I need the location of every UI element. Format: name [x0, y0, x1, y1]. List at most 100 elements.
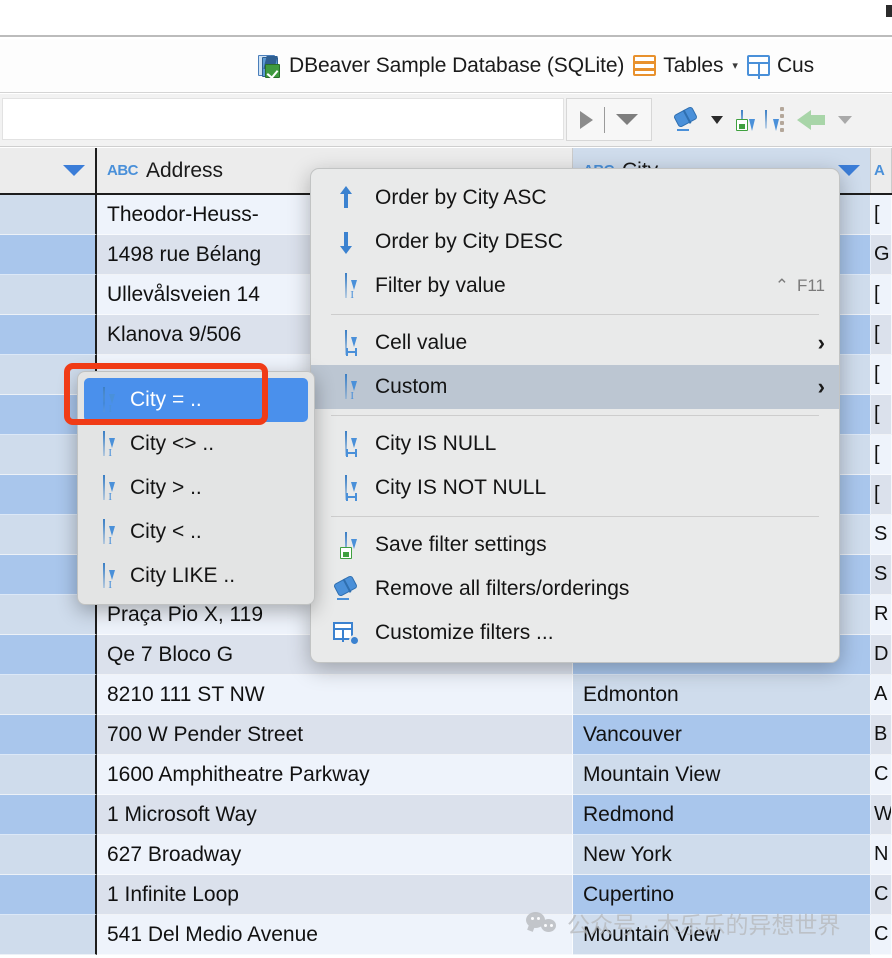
apply-filter-button[interactable] — [573, 99, 600, 140]
filter-input[interactable] — [2, 98, 564, 140]
cell-rownum[interactable] — [0, 675, 97, 715]
menu-item-cell-value[interactable]: Cell value › — [311, 321, 839, 365]
cell-address[interactable]: 8210 111 ST NW — [97, 675, 573, 715]
column-header-rownum[interactable] — [0, 148, 97, 193]
cell-state[interactable]: S — [871, 555, 892, 595]
filter-history-dropdown-button[interactable] — [609, 99, 645, 140]
cell-state[interactable]: N — [871, 835, 892, 875]
menu-item-remove-all-filters[interactable]: Remove all filters/orderings — [311, 567, 839, 611]
result-toolbar — [0, 94, 892, 147]
cell-state[interactable]: G — [871, 235, 892, 275]
chevron-down-icon[interactable] — [838, 165, 860, 176]
dbeaver-result-grid-window: DBeaver Sample Database (SQLite) Tables … — [0, 0, 892, 958]
submenu-item-eq[interactable]: I City = .. — [84, 378, 308, 422]
filter-cell-icon — [333, 475, 359, 501]
column-header-state[interactable]: A — [871, 148, 892, 193]
cell-address[interactable]: 1 Infinite Loop — [97, 875, 573, 915]
cell-city[interactable]: Vancouver — [573, 715, 871, 755]
cell-address[interactable]: 1 Microsoft Way — [97, 795, 573, 835]
menu-item-order-asc[interactable]: Order by City ASC — [311, 176, 839, 220]
navigate-back-dropdown-button[interactable] — [834, 99, 856, 140]
cell-city[interactable]: Redmond — [573, 795, 871, 835]
cell-city[interactable]: Mountain View — [573, 915, 871, 955]
chevron-down-icon[interactable]: ▾ — [732, 59, 738, 72]
submenu-item-like[interactable]: I City LIKE .. — [84, 554, 308, 598]
table-icon — [746, 55, 770, 79]
menu-item-filter-by-value[interactable]: I Filter by value ⌃ F11 — [311, 264, 839, 308]
submenu-item-lt[interactable]: I City < .. — [84, 510, 308, 554]
cell-state[interactable]: C — [871, 755, 892, 795]
cell-rownum[interactable] — [0, 795, 97, 835]
cell-state[interactable]: [ — [871, 475, 892, 515]
menu-item-customize-filters[interactable]: Customize filters ... — [311, 611, 839, 655]
menu-item-is-not-null[interactable]: City IS NOT NULL — [311, 466, 839, 510]
menu-item-save-filter-settings[interactable]: Save filter settings — [311, 523, 839, 567]
cell-state[interactable]: R — [871, 595, 892, 635]
breadcrumb-database-label: DBeaver Sample Database (SQLite) — [289, 53, 625, 77]
remove-filters-button[interactable] — [666, 99, 708, 140]
navigate-back-button[interactable] — [790, 99, 834, 140]
cell-city[interactable]: Mountain View — [573, 755, 871, 795]
toolbar-handle[interactable] — [780, 107, 784, 132]
cell-rownum[interactable] — [0, 915, 97, 955]
cell-state[interactable]: C — [871, 875, 892, 915]
table-row[interactable]: 1 Infinite Loop Cupertino C — [0, 875, 892, 915]
cell-state[interactable]: [ — [871, 355, 892, 395]
cell-city[interactable]: New York — [573, 835, 871, 875]
cell-state[interactable]: D — [871, 635, 892, 675]
cell-address[interactable]: 627 Broadway — [97, 835, 573, 875]
cell-state[interactable]: S — [871, 515, 892, 555]
menu-separator — [331, 314, 819, 315]
cell-address[interactable]: 1600 Amphitheatre Parkway — [97, 755, 573, 795]
remove-filters-dropdown-button[interactable] — [708, 99, 726, 140]
cell-rownum[interactable] — [0, 195, 97, 235]
cell-rownum[interactable] — [0, 315, 97, 355]
cell-rownum[interactable] — [0, 835, 97, 875]
filter-settings-button[interactable] — [758, 99, 779, 140]
cell-city[interactable]: Edmonton — [573, 675, 871, 715]
cell-rownum[interactable] — [0, 635, 97, 675]
custom-filter-submenu[interactable]: I City = .. I City <> .. I City > .. I C… — [77, 371, 315, 605]
cell-state[interactable]: C — [871, 915, 892, 955]
submenu-item-neq[interactable]: I City <> .. — [84, 422, 308, 466]
cell-rownum[interactable] — [0, 875, 97, 915]
cell-state[interactable]: B — [871, 715, 892, 755]
breadcrumb-item-database[interactable]: DBeaver Sample Database (SQLite) — [258, 54, 624, 78]
table-row[interactable]: 627 Broadway New York N — [0, 835, 892, 875]
execute-filter-group — [566, 98, 652, 141]
table-row[interactable]: 8210 111 ST NW Edmonton A — [0, 675, 892, 715]
cell-state[interactable]: [ — [871, 275, 892, 315]
menu-item-custom[interactable]: I Custom › — [311, 365, 839, 409]
menu-item-label: Customize filters ... — [375, 621, 554, 644]
menu-separator — [331, 516, 819, 517]
submenu-chevron-right-icon: › — [817, 374, 825, 399]
cell-state[interactable]: [ — [871, 435, 892, 475]
cell-rownum[interactable] — [0, 715, 97, 755]
breadcrumb-entity-label: Cus — [776, 53, 814, 77]
cell-state[interactable]: [ — [871, 395, 892, 435]
save-filter-button[interactable] — [734, 99, 755, 140]
chevron-down-icon[interactable] — [63, 165, 85, 176]
cell-address[interactable]: 541 Del Medio Avenue — [97, 915, 573, 955]
table-row[interactable]: 700 W Pender Street Vancouver B — [0, 715, 892, 755]
submenu-item-gt[interactable]: I City > .. — [84, 466, 308, 510]
cell-rownum[interactable] — [0, 275, 97, 315]
table-row[interactable]: 1600 Amphitheatre Parkway Mountain View C — [0, 755, 892, 795]
table-row[interactable]: 541 Del Medio Avenue Mountain View C — [0, 915, 892, 955]
cell-address[interactable]: 700 W Pender Street — [97, 715, 573, 755]
cell-state[interactable]: W — [871, 795, 892, 835]
toolbar-divider — [604, 106, 605, 133]
cell-state[interactable]: [ — [871, 315, 892, 355]
breadcrumb-item-tables[interactable]: Tables ▾ — [633, 54, 738, 78]
menu-item-is-null[interactable]: City IS NULL — [311, 422, 839, 466]
cell-rownum[interactable] — [0, 755, 97, 795]
cell-state[interactable]: A — [871, 675, 892, 715]
column-context-menu[interactable]: Order by City ASC Order by City DESC I F… — [310, 168, 840, 663]
cell-rownum[interactable] — [0, 235, 97, 275]
menu-item-order-desc[interactable]: Order by City DESC — [311, 220, 839, 264]
table-row[interactable]: 1 Microsoft Way Redmond W — [0, 795, 892, 835]
submenu-item-label: City <> .. — [130, 432, 215, 455]
breadcrumb-item-entity[interactable]: Cus — [746, 53, 814, 79]
cell-state[interactable]: [ — [871, 195, 892, 235]
cell-city[interactable]: Cupertino — [573, 875, 871, 915]
